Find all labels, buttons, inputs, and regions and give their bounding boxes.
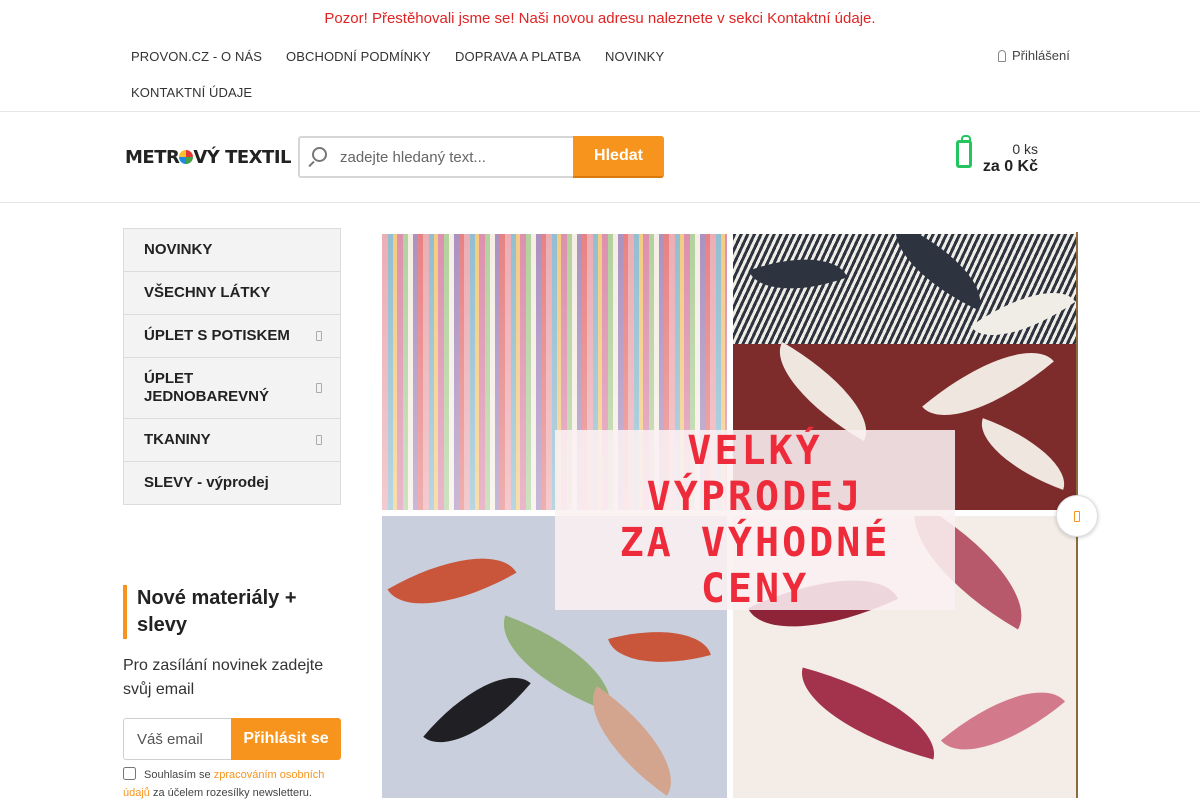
leaf-shape (788, 667, 948, 760)
leaf-shape (940, 663, 1066, 779)
logo-text-end: VÝ TEXTIL (193, 147, 291, 168)
search-icon (312, 147, 327, 162)
sidebar-item-label: VŠECHNY LÁTKY (144, 284, 271, 301)
newsletter-description: Pro zasílání novinek zadejte svůj email (123, 657, 324, 698)
search-field-wrapper (298, 136, 573, 178)
chevron-right-icon (316, 383, 322, 393)
logo-o-icon (179, 150, 194, 164)
shopping-bag-icon (956, 135, 972, 168)
consent-checkbox[interactable] (123, 767, 136, 780)
top-navigation: PROVON.CZ - O NÁS OBCHODNÍ PODMÍNKY DOPR… (0, 38, 1200, 112)
sidebar-item-label: TKANINY (144, 431, 211, 448)
logo[interactable]: METR VÝ TEXTIL (125, 147, 291, 168)
sale-headline-line: ZA VÝHODNÉ (619, 520, 891, 566)
sale-headline-line: VÝPRODEJ (646, 474, 864, 520)
newsletter-subscribe-button[interactable]: Přihlásit se (231, 718, 341, 760)
leaf-shape (608, 614, 711, 680)
login-label: Přihlášení (1012, 48, 1070, 63)
user-icon (998, 49, 1006, 62)
sidebar-item-slevy[interactable]: SLEVY - výprodej (124, 462, 340, 504)
newsletter-title: Nové materiály + slevy (123, 585, 341, 639)
chevron-right-icon (1074, 510, 1080, 522)
search-input[interactable] (340, 138, 570, 176)
sidebar-item-vsechny-latky[interactable]: VŠECHNY LÁTKY (124, 272, 340, 315)
leaf-shape (387, 529, 517, 633)
sidebar-item-label: NOVINKY (144, 241, 213, 258)
relocation-notice: Pozor! Přestěhovali jsme se! Naši novou … (324, 10, 876, 27)
category-sidebar: NOVINKY VŠECHNY LÁTKY ÚPLET S POTISKEM Ú… (123, 228, 341, 505)
logo-text-start: METR (125, 147, 180, 168)
cart-price: za 0 Kč (982, 158, 1038, 175)
topnav-item-shipping[interactable]: DOPRAVA A PLATBA (455, 49, 581, 64)
sale-headline: VELKÝ VÝPRODEJ ZA VÝHODNÉ CENY (555, 428, 955, 612)
chevron-right-icon (316, 331, 322, 341)
sidebar-item-tkaniny[interactable]: TKANINY (124, 419, 340, 462)
sidebar-item-novinky[interactable]: NOVINKY (124, 229, 340, 272)
sale-banner[interactable]: VELKÝ VÝPRODEJ ZA VÝHODNÉ CENY (382, 232, 1078, 798)
chevron-right-icon (316, 435, 322, 445)
newsletter-form: Přihlásit se (123, 718, 341, 760)
leaf-shape (423, 652, 531, 768)
sidebar-item-uplet-jednobarevny[interactable]: ÚPLET JEDNOBAREVNÝ (124, 358, 340, 419)
topnav-item-contact[interactable]: KONTAKTNÍ ÚDAJE (131, 85, 252, 100)
cart[interactable]: 0 ks za 0 Kč (956, 135, 1046, 186)
topnav-item-terms[interactable]: OBCHODNÍ PODMÍNKY (286, 49, 431, 64)
search-button[interactable]: Hledat (573, 136, 664, 178)
topnav-item-about[interactable]: PROVON.CZ - O NÁS (131, 49, 262, 64)
sidebar-item-uplet-s-potiskem[interactable]: ÚPLET S POTISKEM (124, 315, 340, 358)
consent-text-pre: Souhlasím se (144, 769, 211, 781)
cart-count: 0 ks (1012, 141, 1038, 157)
sale-headline-line: CENY (700, 566, 810, 612)
newsletter-email-input[interactable] (123, 718, 231, 760)
slider-next-button[interactable] (1056, 495, 1098, 537)
sale-headline-line: VELKÝ (687, 428, 823, 474)
sidebar-item-label: ÚPLET S POTISKEM (144, 327, 290, 344)
newsletter-consent: Souhlasím se zpracováním osobních údajů … (123, 766, 341, 800)
sidebar-item-label: ÚPLET JEDNOBAREVNÝ (144, 370, 270, 405)
search-bar: Hledat (298, 136, 664, 178)
site-header: METR VÝ TEXTIL Hledat 0 ks za 0 Kč (0, 112, 1200, 203)
sidebar-item-label: SLEVY - výprodej (144, 474, 269, 491)
topnav-item-news[interactable]: NOVINKY (605, 49, 664, 64)
consent-text-post: za účelem rozesílky newsletteru. (152, 787, 312, 799)
login-link[interactable]: Přihlášení (998, 48, 1070, 63)
